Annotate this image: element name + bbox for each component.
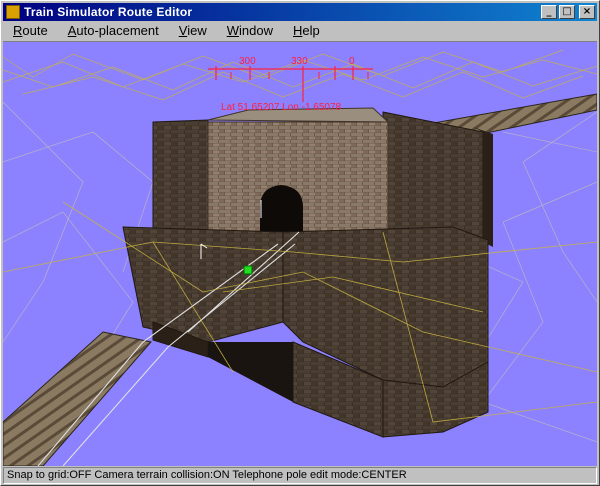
maximize-button[interactable]: □: [559, 5, 575, 19]
app-window: Train Simulator Route Editor _ □ × Route…: [0, 0, 600, 486]
tunnel-right-upper-block: [382, 111, 484, 243]
track-foreground: [3, 331, 152, 466]
menu-view[interactable]: View: [169, 23, 217, 38]
3d-viewport[interactable]: 300 330 0 Lat 51.65207 Lon -1.65078: [3, 41, 597, 466]
selection-marker[interactable]: [243, 265, 253, 275]
compass-label-330: 330: [291, 56, 308, 67]
title-bar[interactable]: Train Simulator Route Editor _ □ ×: [3, 3, 597, 21]
menu-bar: Route Auto-placement View Window Help: [3, 21, 597, 40]
bridge-underside: [208, 342, 293, 402]
compass-hud: 300 330 0 Lat 51.65207 Lon -1.65078: [208, 56, 373, 113]
minimize-button[interactable]: _: [541, 5, 557, 19]
menu-route[interactable]: Route: [3, 23, 58, 38]
tunnel-lower-left-block: [122, 226, 284, 343]
scene-canvas[interactable]: 300 330 0 Lat 51.65207 Lon -1.65078: [3, 42, 597, 466]
menu-window[interactable]: Window: [217, 23, 283, 38]
menu-auto-placement[interactable]: Auto-placement: [58, 23, 169, 38]
status-bar: Snap to grid:OFF Camera terrain collisio…: [3, 467, 597, 484]
lat-lon-readout: Lat 51.65207 Lon -1.65078: [221, 102, 342, 113]
compass-label-0: 0: [349, 56, 355, 67]
window-title: Train Simulator Route Editor: [24, 5, 193, 19]
tunnel-left-upper-block: [152, 119, 209, 243]
compass-label-300: 300: [239, 56, 256, 67]
menu-help[interactable]: Help: [283, 23, 330, 38]
close-button[interactable]: ×: [579, 5, 595, 19]
app-icon[interactable]: [6, 5, 20, 19]
